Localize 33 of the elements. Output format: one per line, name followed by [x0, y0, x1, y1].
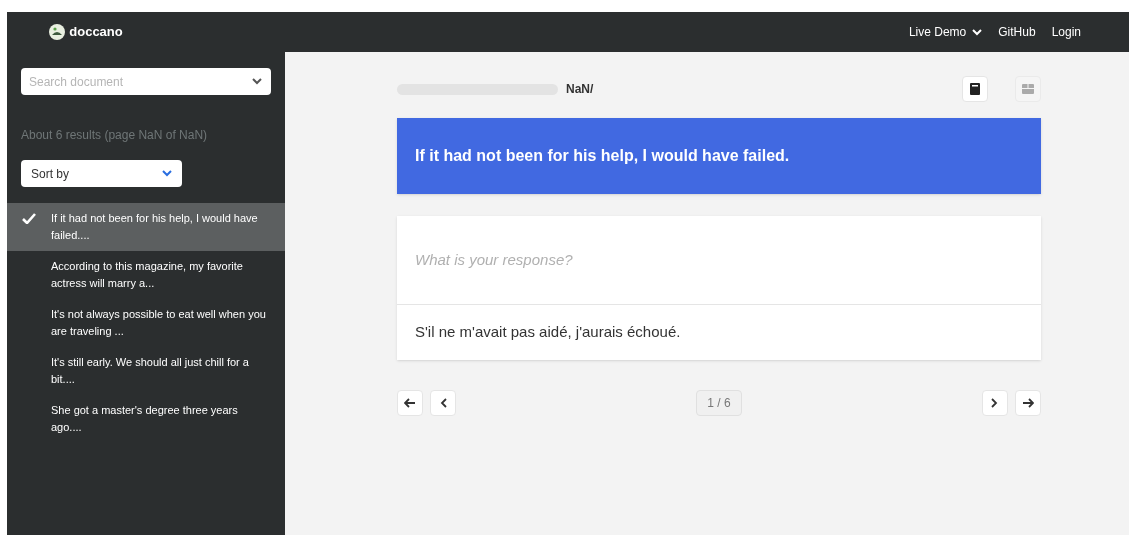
- document-item[interactable]: She got a master's degree three years ago....: [7, 395, 285, 443]
- response-text: S'il ne m'avait pas aidé, j'aurais échoué.: [414, 322, 682, 343]
- document-item[interactable]: According to this magazine, my favorite actress will marry a...: [7, 251, 285, 299]
- document-item[interactable]: If it had not been for his help, I would have failed....: [7, 203, 285, 251]
- arrow-left-icon: [404, 398, 416, 408]
- search-field[interactable]: Search document: [21, 68, 271, 95]
- check-icon: [22, 213, 36, 224]
- document-item[interactable]: It's still early. We should all just chill for a bit....: [7, 347, 285, 395]
- logo-icon: [49, 24, 66, 40]
- guideline-button[interactable]: [962, 76, 988, 102]
- nav-link[interactable]: GitHub: [998, 23, 1036, 41]
- book-icon: [970, 83, 980, 95]
- chevron-left-icon: [439, 398, 447, 408]
- results-count: About 6 results (page NaN of NaN): [21, 127, 209, 144]
- first-page-button[interactable]: [397, 390, 423, 416]
- page-indicator: 1 / 6: [696, 390, 742, 416]
- source-text: If it had not been for his help, I would have failed.: [397, 118, 1041, 194]
- chevron-down-icon: [972, 28, 983, 36]
- previous-button[interactable]: [430, 390, 456, 416]
- nav-link[interactable]: Login: [1051, 23, 1081, 41]
- progress-count: NaN/: [566, 81, 594, 98]
- brand-name[interactable]: doccano: [69, 22, 123, 42]
- response-field[interactable]: What is your response?: [415, 248, 1023, 272]
- document-item[interactable]: It's not always possible to eat well when you are traveling ...: [7, 299, 285, 347]
- arrow-right-icon: [1022, 398, 1034, 408]
- next-button[interactable]: [982, 390, 1008, 416]
- chevron-down-icon: [252, 78, 262, 85]
- nav-link[interactable]: Live Demo: [908, 23, 983, 41]
- sort-dropdown[interactable]: Sort by: [21, 160, 182, 187]
- chevron-right-icon: [991, 398, 999, 408]
- chevron-down-icon: [162, 170, 172, 177]
- last-page-button[interactable]: [1015, 390, 1041, 416]
- box-icon: [1022, 84, 1034, 94]
